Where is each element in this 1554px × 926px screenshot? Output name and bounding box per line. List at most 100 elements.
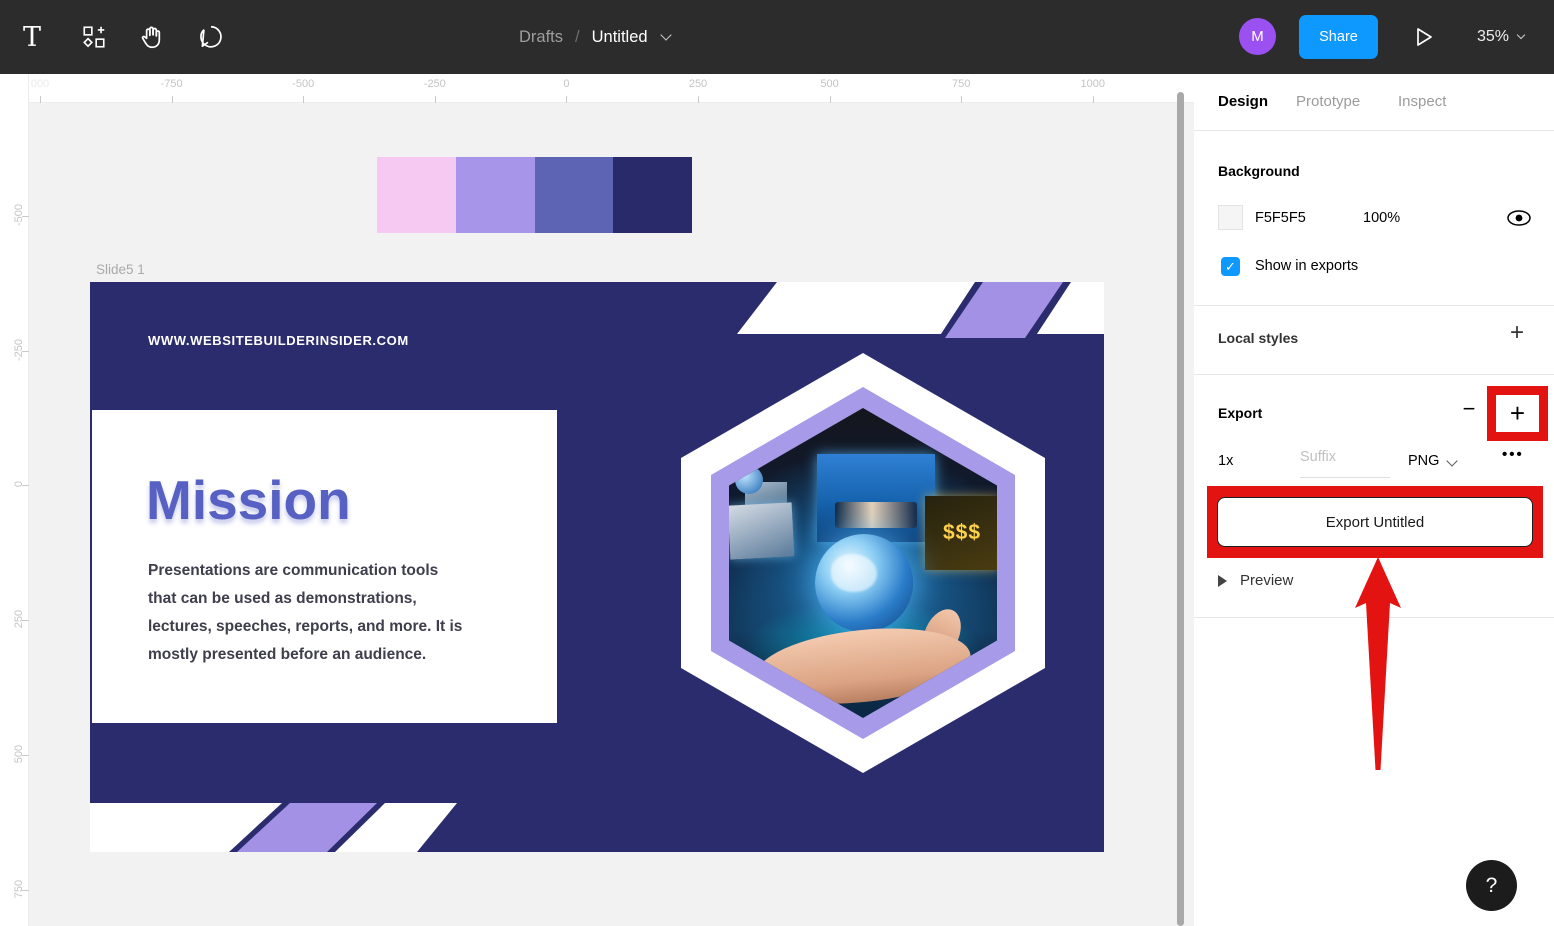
background-opacity-value[interactable]: 100%	[1363, 210, 1400, 226]
preview-label: Preview	[1240, 572, 1293, 589]
annotation-box-plus: +	[1487, 386, 1548, 441]
top-toolbar: T Drafts / Untitled M Share 35	[0, 0, 1554, 74]
divider	[1194, 617, 1554, 618]
avatar[interactable]: M	[1239, 18, 1276, 55]
tab-inspect[interactable]: Inspect	[1398, 93, 1446, 110]
preview-section-toggle[interactable]: Preview	[1218, 572, 1293, 589]
mission-title: Mission	[146, 468, 351, 532]
ruler-top-label: -500	[292, 78, 314, 90]
show-in-exports-label: Show in exports	[1255, 258, 1358, 274]
ruler-tick	[22, 620, 29, 621]
divider	[1194, 305, 1554, 306]
palette-swatch[interactable]	[377, 157, 456, 233]
ruler-left-label: 500	[13, 737, 25, 771]
ruler-top-label: 0	[563, 78, 569, 90]
photo-money-screen: $$$	[925, 496, 997, 570]
photo-globe	[815, 534, 913, 632]
zoom-level: 35%	[1477, 28, 1509, 46]
hexagon-purple-ring: $$$	[711, 387, 1015, 739]
frame-label[interactable]: Slide5 1	[96, 262, 145, 277]
photo-screen-left	[729, 502, 794, 559]
ruler-tick	[22, 485, 29, 486]
color-palette-strip[interactable]	[377, 157, 692, 233]
visibility-eye-icon[interactable]	[1504, 206, 1534, 230]
ruler-tick	[22, 755, 29, 756]
ruler-top-label: -750	[161, 78, 183, 90]
preview-disclosure-icon	[1218, 575, 1227, 587]
export-format-select[interactable]: PNG	[1408, 453, 1439, 469]
comment-tool-icon[interactable]	[193, 19, 229, 55]
mission-card: Mission Presentations are communication …	[92, 410, 557, 723]
ruler-top-label: -250	[424, 78, 446, 90]
file-title[interactable]: Untitled	[592, 28, 648, 47]
ruler-vertical[interactable]: -500 -250 0 250 500 750	[0, 74, 29, 926]
ruler-tick	[22, 216, 29, 217]
resources-shapes-icon[interactable]	[76, 19, 112, 55]
breadcrumb-folder[interactable]: Drafts	[519, 28, 563, 47]
ruler-tick	[172, 96, 173, 103]
divider	[1194, 374, 1554, 375]
slide-frame[interactable]: WWW.WEBSITEBUILDERINSIDER.COM Mission Pr…	[90, 282, 1104, 852]
ruler-tick	[830, 96, 831, 103]
ruler-tick	[40, 96, 41, 103]
palette-swatch[interactable]	[613, 157, 692, 233]
ruler-tick	[303, 96, 304, 103]
export-options-menu-icon[interactable]: •••	[1502, 446, 1524, 463]
show-in-exports-checkbox[interactable]: ✓	[1221, 257, 1240, 276]
ruler-left-label: 250	[13, 602, 25, 636]
panel-tabs: Design Prototype Inspect	[1194, 74, 1554, 131]
ruler-left-label: -500	[13, 198, 25, 232]
export-section-title: Export	[1218, 405, 1262, 421]
hexagon-outer-white: $$$	[681, 353, 1045, 773]
ruler-left-label: -250	[13, 333, 25, 367]
mission-body-text: Presentations are communication tools th…	[148, 557, 470, 669]
export-suffix-input[interactable]	[1300, 449, 1390, 465]
ruler-tick	[22, 890, 29, 891]
help-button[interactable]: ?	[1466, 860, 1517, 911]
background-hex-value[interactable]: F5F5F5	[1255, 210, 1306, 226]
background-section-title: Background	[1218, 163, 1300, 179]
local-styles-title: Local styles	[1218, 330, 1298, 346]
annotation-box-export-button: Export Untitled	[1207, 486, 1543, 558]
ruler-left-label: 750	[13, 872, 25, 906]
file-menu-chevron-icon[interactable]	[660, 29, 671, 40]
zoom-chevron-icon	[1517, 31, 1525, 39]
website-url-text: WWW.WEBSITEBUILDERINSIDER.COM	[148, 333, 409, 348]
photo-mini-globe	[735, 466, 763, 494]
background-color-swatch[interactable]	[1218, 205, 1243, 230]
hand-tool-icon[interactable]	[134, 19, 170, 55]
right-properties-panel: Design Prototype Inspect Background F5F5…	[1194, 74, 1554, 926]
ruler-tick	[1093, 96, 1094, 103]
remove-export-button[interactable]: −	[1456, 396, 1482, 422]
text-tool-icon[interactable]: T	[14, 19, 50, 55]
add-export-button[interactable]: +	[1496, 395, 1539, 432]
tab-design[interactable]: Design	[1218, 93, 1268, 110]
zoom-control[interactable]: 35%	[1477, 0, 1524, 74]
tab-prototype[interactable]: Prototype	[1296, 93, 1360, 110]
share-button[interactable]: Share	[1299, 15, 1378, 59]
palette-swatch[interactable]	[456, 157, 535, 233]
add-local-style-button[interactable]: +	[1504, 320, 1530, 346]
ruler-tick	[22, 351, 29, 352]
export-scale-value[interactable]: 1x	[1218, 453, 1233, 469]
palette-swatch[interactable]	[535, 157, 614, 233]
present-play-icon[interactable]	[1408, 22, 1438, 52]
export-untitled-button[interactable]: Export Untitled	[1217, 497, 1533, 547]
vertical-scrollbar[interactable]	[1177, 92, 1184, 926]
ruler-tick	[435, 96, 436, 103]
format-chevron-icon	[1446, 455, 1457, 466]
ruler-horizontal[interactable]: 000-750-500-25002505007501000	[0, 74, 1194, 103]
ruler-left-label: 0	[13, 467, 25, 501]
suffix-underline	[1300, 477, 1390, 478]
breadcrumb: Drafts / Untitled	[519, 0, 670, 74]
photo-handshake-screen	[817, 454, 935, 542]
breadcrumb-separator: /	[575, 28, 580, 47]
ruler-top-label: 000	[31, 78, 49, 90]
canvas[interactable]: Slide5 1 WWW.WEBSITEBUILDERINSIDER.COM M…	[0, 74, 1194, 926]
ruler-top-label: 250	[689, 78, 707, 90]
hexagon-photo-collage: $$$	[729, 408, 997, 718]
ruler-tick	[566, 96, 567, 103]
ruler-tick	[698, 96, 699, 103]
ruler-top-label: 750	[952, 78, 970, 90]
ruler-top-label: 500	[820, 78, 838, 90]
